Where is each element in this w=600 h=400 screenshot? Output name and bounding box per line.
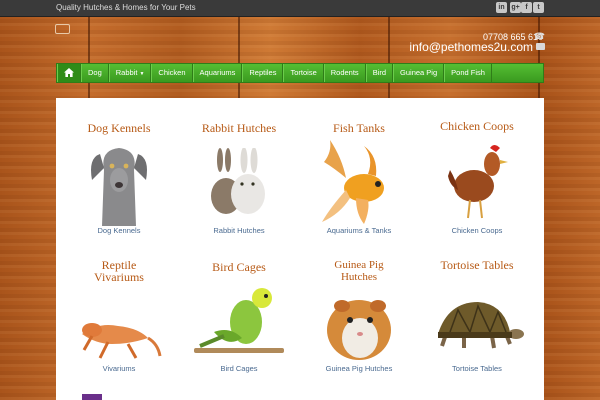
card-title-text: Reptile Vivariums [94,258,144,284]
nav-item-pond-fish[interactable]: Pond Fish [444,64,492,82]
card-title: Tortoise Tables [440,258,514,272]
facebook-icon[interactable]: f [521,2,532,13]
card-title: Reptile Vivariums [64,259,174,283]
nav-item-aquariums[interactable]: Aquariums [192,64,243,82]
card-title: Dog Kennels [87,121,151,135]
card-title: Guinea Pig Hutches [304,259,414,283]
nav-item-guinea-pig[interactable]: Guinea Pig [393,64,445,82]
card-caption: Vivariums [102,364,136,373]
next-row-image-edge [82,394,102,400]
card-caption: Bird Cages [220,364,258,373]
nav-item-bird[interactable]: Bird [365,64,394,82]
header-email[interactable]: info@pethomes2u.com [409,40,533,54]
nav-home-button[interactable] [57,64,81,82]
caret-down-icon: ▼ [139,71,145,77]
card-title: Chicken Coops [440,119,514,133]
nav-item-rabbit[interactable]: Rabbit ▼ [108,64,152,82]
linkedin-icon[interactable]: in [496,2,507,13]
card-caption: Guinea Pig Hutches [325,364,393,373]
card-title: Bird Cages [212,260,266,274]
top-bar: Quality Hutches & Homes for Your Pets in… [0,0,600,17]
card-caption: Tortoise Tables [452,364,502,373]
home-icon [64,68,74,77]
dog-image [91,148,147,226]
goldfish-image [322,140,384,224]
guinea-pig-image [327,300,391,360]
site-tagline: Quality Hutches & Homes for Your Pets [56,3,196,12]
card-title: Fish Tanks [333,121,385,135]
card-title-text: Guinea Pig Hutches [334,259,384,283]
nav-item-rabbit-label: Rabbit [115,68,138,77]
rabbit-image [211,148,265,214]
twitter-icon[interactable]: t [533,2,544,13]
google-plus-icon[interactable]: g+ [510,2,521,13]
site-logo[interactable] [55,24,70,34]
category-panel: Dog Kennels Dog Kennels Rabbit Hutches R… [56,98,544,400]
phone-icon: ☎ [533,31,545,41]
card-caption: Chicken Coops [451,226,503,235]
budgie-image [194,288,284,353]
nav-item-reptiles[interactable]: Reptiles [242,64,284,82]
bearded-dragon-image [82,323,162,359]
chicken-image [448,145,508,219]
card-title: Rabbit Hutches [201,121,277,135]
nav-item-rodents[interactable]: Rodents [323,64,366,82]
nav-item-dog[interactable]: Dog [81,64,109,82]
main-navigation: Dog Rabbit ▼ Chicken Aquariums Reptiles T… [56,63,544,83]
card-caption: Rabbit Hutches [213,226,265,235]
nav-item-chicken[interactable]: Chicken [151,64,193,82]
nav-item-tortoise[interactable]: Tortoise [283,64,324,82]
card-caption: Dog Kennels [97,226,141,235]
tortoise-image [438,302,524,349]
card-caption: Aquariums & Tanks [326,226,392,235]
mail-icon [536,43,545,50]
